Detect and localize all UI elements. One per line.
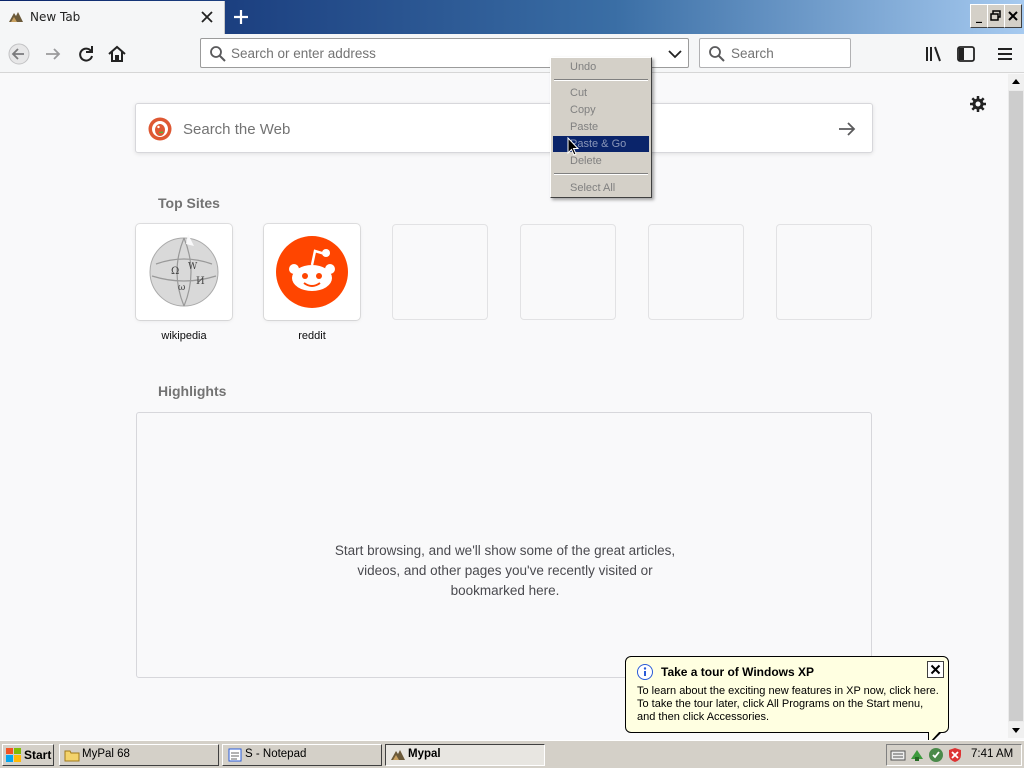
- window-close-button[interactable]: [1004, 4, 1022, 28]
- svg-text:ω: ω: [178, 283, 185, 293]
- top-site-tile-wikipedia[interactable]: Ω W И ω: [136, 224, 232, 320]
- system-tray: 7:41 AM: [886, 744, 1022, 766]
- mypal-favicon-icon: [9, 12, 23, 22]
- balloon-close-button[interactable]: [927, 661, 944, 678]
- taskbar: Start MyPal 68 S - Notepad Mypal 7:41 AM: [0, 740, 1024, 768]
- balloon-title: Take a tour of Windows XP: [661, 665, 815, 679]
- tab-strip: New Tab _: [0, 0, 1024, 34]
- menu-item-cut[interactable]: Cut: [553, 85, 649, 101]
- top-site-tile-empty[interactable]: [520, 224, 616, 320]
- context-menu: Undo Cut Copy Paste Paste & Go Delete Se…: [550, 57, 652, 198]
- taskbar-button-mypal[interactable]: Mypal: [385, 744, 545, 766]
- close-icon[interactable]: [199, 9, 215, 25]
- menu-separator: [554, 173, 648, 175]
- tab-title: New Tab: [30, 10, 81, 24]
- chevron-down-icon[interactable]: [667, 46, 683, 62]
- triangle-down-icon: [1012, 728, 1020, 733]
- web-search-input[interactable]: [183, 119, 783, 139]
- taskbar-button-label: S - Notepad: [245, 748, 307, 760]
- back-icon[interactable]: [8, 43, 30, 65]
- menu-separator: [554, 79, 648, 81]
- highlights-title: Highlights: [158, 383, 227, 399]
- highlights-panel: Start browsing, and we'll show some of t…: [136, 412, 872, 678]
- menu-item-undo[interactable]: Undo: [553, 59, 649, 75]
- new-tab-page: Top Sites Ω W И ω wikipedia reddit: [0, 74, 1008, 738]
- restore-icon: [990, 10, 1001, 21]
- close-icon: [1008, 11, 1018, 21]
- reddit-alien-icon: [276, 236, 348, 308]
- duckduckgo-icon: [148, 117, 172, 141]
- menu-item-select-all[interactable]: Select All: [553, 180, 649, 196]
- vertical-scrollbar[interactable]: [1008, 74, 1024, 738]
- keyboard-icon[interactable]: [890, 747, 906, 763]
- home-icon[interactable]: [106, 43, 128, 65]
- sidebar-icon[interactable]: [955, 43, 977, 65]
- close-icon: [930, 664, 941, 675]
- search-bar[interactable]: [699, 38, 851, 68]
- start-button[interactable]: Start: [2, 744, 54, 766]
- top-site-label: reddit: [298, 330, 326, 342]
- wikipedia-globe-icon: Ω W И ω: [149, 234, 219, 307]
- taskbar-button-label: MyPal 68: [82, 748, 130, 760]
- info-icon: [637, 664, 653, 680]
- balloon-body: To learn about the exciting new features…: [637, 685, 939, 723]
- scroll-thumb[interactable]: [1009, 91, 1023, 721]
- tab-new-tab[interactable]: New Tab: [0, 1, 225, 34]
- triangle-up-icon: [1012, 79, 1020, 84]
- mouse-cursor-icon: [567, 137, 579, 156]
- top-site-label: wikipedia: [161, 330, 207, 342]
- top-site-tile-empty[interactable]: [648, 224, 744, 320]
- svg-text:И: И: [196, 276, 205, 287]
- folder-icon: [64, 750, 80, 762]
- taskbar-button-notepad[interactable]: S - Notepad: [222, 744, 382, 766]
- svg-text:W: W: [188, 262, 198, 272]
- new-tab-plus-icon[interactable]: [230, 6, 252, 28]
- search-icon: [210, 46, 226, 62]
- top-sites-title: Top Sites: [158, 195, 220, 211]
- taskbar-button-mypal-68[interactable]: MyPal 68: [59, 744, 219, 766]
- tour-balloon[interactable]: Take a tour of Windows XP To learn about…: [625, 656, 949, 733]
- highlights-empty-message: Start browsing, and we'll show some of t…: [334, 543, 676, 598]
- notepad-icon: [228, 748, 242, 762]
- library-icon[interactable]: [923, 43, 945, 65]
- menu-item-copy[interactable]: Copy: [553, 102, 649, 118]
- web-search-box[interactable]: [135, 103, 873, 153]
- scroll-up-button[interactable]: [1008, 74, 1024, 90]
- forward-icon[interactable]: [42, 43, 64, 65]
- reload-icon[interactable]: [75, 43, 97, 65]
- search-input[interactable]: [731, 44, 841, 62]
- start-label: Start: [24, 748, 52, 762]
- windows-logo-icon: [6, 748, 21, 762]
- nav-toolbar: [0, 34, 1024, 73]
- gear-icon[interactable]: [968, 94, 988, 114]
- shield-icon[interactable]: [947, 747, 963, 763]
- search-icon: [709, 46, 725, 62]
- minimize-button[interactable]: _: [970, 4, 988, 28]
- restore-button[interactable]: [987, 4, 1005, 28]
- security-center-icon[interactable]: [928, 747, 944, 763]
- clock: 7:41 AM: [971, 748, 1014, 760]
- taskbar-button-label: Mypal: [408, 748, 441, 760]
- menu-item-paste[interactable]: Paste: [553, 119, 649, 135]
- hamburger-menu-icon[interactable]: [994, 43, 1016, 65]
- top-site-tile-empty[interactable]: [392, 224, 488, 320]
- network-icon[interactable]: [909, 747, 925, 763]
- arrow-right-icon[interactable]: [836, 118, 858, 140]
- scroll-down-button[interactable]: [1008, 722, 1024, 738]
- mypal-icon: [391, 750, 405, 760]
- svg-text:Ω: Ω: [171, 266, 179, 277]
- top-site-tile-reddit[interactable]: [264, 224, 360, 320]
- top-site-tile-empty[interactable]: [776, 224, 872, 320]
